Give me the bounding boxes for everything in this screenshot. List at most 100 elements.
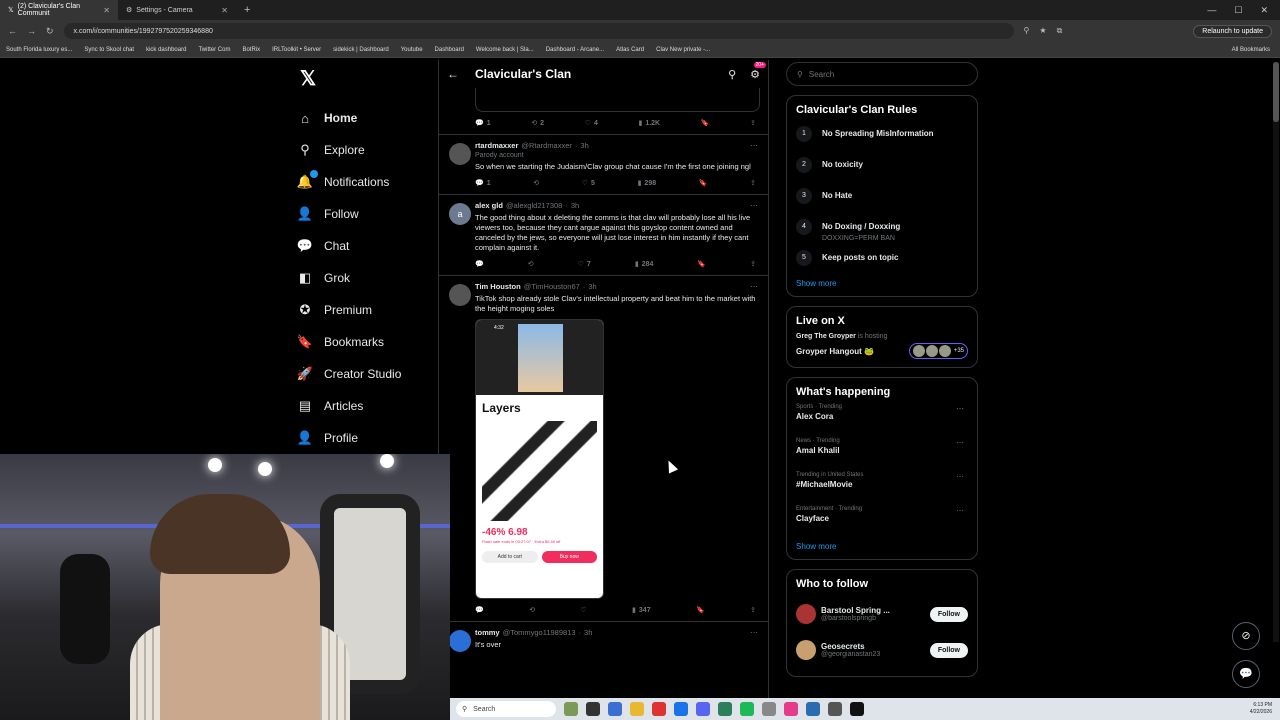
grok-fab-icon[interactable]: ⊘ [1232,622,1260,650]
tweet[interactable]: a ⋯ alex gld @alexgld217308 · 3h The good t… [439,194,768,275]
taskbar-app-icon[interactable] [740,702,754,716]
settings-icon[interactable]: ⚙ 20+ [750,61,766,81]
more-icon[interactable]: ⋯ [750,628,758,637]
taskbar-app-icon[interactable] [784,702,798,716]
back-arrow-icon[interactable]: ← [447,67,459,81]
repost-button[interactable]: ⟲ [529,606,535,614]
avatar[interactable] [796,640,816,660]
taskbar-app-icon[interactable] [828,702,842,716]
bookmark-item[interactable]: BotRix [242,47,260,53]
maximize-icon[interactable]: ☐ [1234,5,1242,16]
avatar[interactable] [449,143,471,165]
url-field[interactable]: x.com/i/communities/1992797520259346880 [63,23,1014,39]
browser-tab-x[interactable]: 𝕏 (2) Clavicular's Clan Communit ✕ [0,0,118,20]
bookmark-item[interactable]: Dashboard [435,47,464,53]
trend-item[interactable]: Entertainment · Trending Clayface ⋯ [796,506,968,540]
more-icon[interactable]: ⋯ [956,472,964,481]
nav-chat[interactable]: 💬 Chat [296,230,436,262]
x-logo[interactable]: 𝕏 [300,66,436,90]
new-tab-button[interactable]: + [236,4,258,16]
bookmark-item[interactable]: kick dashboard [146,47,186,53]
taskbar-app-icon[interactable] [608,702,622,716]
repost-button[interactable]: ⟲ 2 [531,119,544,128]
tweet[interactable]: ⋯ Tim Houston @TimHouston67 · 3h TikTok sho… [439,275,768,621]
author-handle[interactable]: @Rtardmaxxer [521,141,572,150]
taskbar-app-icon[interactable] [696,702,710,716]
like-button[interactable]: ♡ 7 [578,260,591,269]
taskbar-app-icon[interactable] [762,702,776,716]
avatar[interactable] [449,284,471,306]
more-icon[interactable]: ⋯ [750,141,758,150]
bookmark-item[interactable]: IRLToolkit • Server [272,47,321,53]
views-button[interactable]: ▮ 1.2K [638,119,660,128]
taskbar-app-icon[interactable] [564,702,578,716]
more-icon[interactable]: ⋯ [956,404,964,413]
repost-button[interactable]: ⟲ [528,260,534,268]
bookmark-item[interactable]: sidekick | Dashboard [333,47,389,53]
repost-button[interactable]: ⟲ [533,179,539,187]
bookmark-icon[interactable]: 🔖 [696,606,705,614]
taskbar-app-icon[interactable] [674,702,688,716]
reply-button[interactable]: 💬 1 [475,119,491,128]
close-icon[interactable]: ✕ [221,6,228,15]
nav-bookmarks[interactable]: 🔖 Bookmarks [296,326,436,358]
taskbar-app-icon[interactable] [806,702,820,716]
taskbar-app-icon[interactable] [586,702,600,716]
taskbar-app-icon[interactable] [850,702,864,716]
author-handle[interactable]: @Tommygo11989813 [503,628,576,637]
share-icon[interactable]: ⇪ [750,119,756,127]
avatar[interactable] [796,604,816,624]
tweet-image[interactable]: 4:32 Layers -46% 6.98 Flash sale ends in… [475,319,604,599]
bookmark-item[interactable]: Dashboard - Arcane... [546,47,604,53]
author-name[interactable]: tommy [475,628,500,637]
all-bookmarks[interactable]: All Bookmarks [1232,47,1280,53]
avatar[interactable]: a [449,203,471,225]
nav-grok[interactable]: ◧ Grok [296,262,436,294]
more-icon[interactable]: ⋯ [750,201,758,210]
author-handle[interactable]: @TimHouston67 [524,282,580,291]
trend-item[interactable]: Sports · Trending Alex Cora ⋯ [796,404,968,438]
forward-icon[interactable]: → [27,26,36,36]
nav-notifications[interactable]: 🔔 Notifications [296,166,436,198]
live-card[interactable]: Live on X Greg The Groyper is hosting Gr… [786,306,978,368]
taskbar-app-icon[interactable] [630,702,644,716]
follow-suggestion[interactable]: Barstool Spring ... @barstoolspringb Follo… [796,596,968,632]
author-name[interactable]: Tim Houston [475,282,521,291]
bookmark-item[interactable]: Clav New private -... [656,47,710,53]
views-button[interactable]: ▮ 347 [632,606,651,615]
search-input[interactable]: ⚲ Search [786,62,978,86]
minimize-icon[interactable]: — [1207,5,1216,16]
nav-profile[interactable]: 👤 Profile [296,422,436,454]
close-icon[interactable]: ✕ [103,6,110,15]
views-button[interactable]: ▮ 284 [635,260,654,269]
zoom-icon[interactable]: ⚲ [1024,26,1030,36]
avatar[interactable] [449,630,471,652]
bookmark-item[interactable]: South Florida luxury es... [6,47,72,53]
nav-home[interactable]: ⌂ Home [296,102,436,134]
follow-suggestion[interactable]: Geosecrets @georgianastan23 Follow [796,632,968,668]
share-icon[interactable]: ⇪ [750,179,756,187]
taskbar-clock[interactable]: 6:13 PM 4/22/2026 [1250,702,1272,716]
views-button[interactable]: ▮ 298 [638,179,657,188]
reply-button[interactable]: 💬 1 [475,179,491,188]
like-button[interactable]: ♡ [580,606,586,614]
bookmark-item[interactable]: Sync to Skool chat [84,47,134,53]
search-icon[interactable]: ⚲ [728,68,736,81]
tweet[interactable]: ⋯ rtardmaxxer @Rtardmaxxer · 3h Parody acco… [439,134,768,194]
messages-fab-icon[interactable]: 💬 [1232,660,1260,688]
scroll-thumb[interactable] [1273,62,1279,122]
extensions-icon[interactable]: ⧉ [1057,26,1063,36]
share-icon[interactable]: ⇪ [750,260,756,268]
tweet[interactable]: ⋯ tommy @Tommygo11989813 · 3h It's over [439,621,768,652]
back-icon[interactable]: ← [8,26,17,36]
taskbar-search[interactable]: ⚲ Search [456,701,556,717]
bookmark-icon[interactable]: 🔖 [697,260,706,268]
more-icon[interactable]: ⋯ [956,438,964,447]
nav-follow[interactable]: 👤 Follow [296,198,436,230]
taskbar-app-icon[interactable] [718,702,732,716]
show-more-rules[interactable]: Show more [796,279,968,288]
trend-item[interactable]: Trending in United States #MichaelMovie ⋯ [796,472,968,506]
like-button[interactable]: ♡ 5 [582,179,595,188]
show-more-trends[interactable]: Show more [796,542,968,551]
relaunch-button[interactable]: Relaunch to update [1193,24,1272,38]
